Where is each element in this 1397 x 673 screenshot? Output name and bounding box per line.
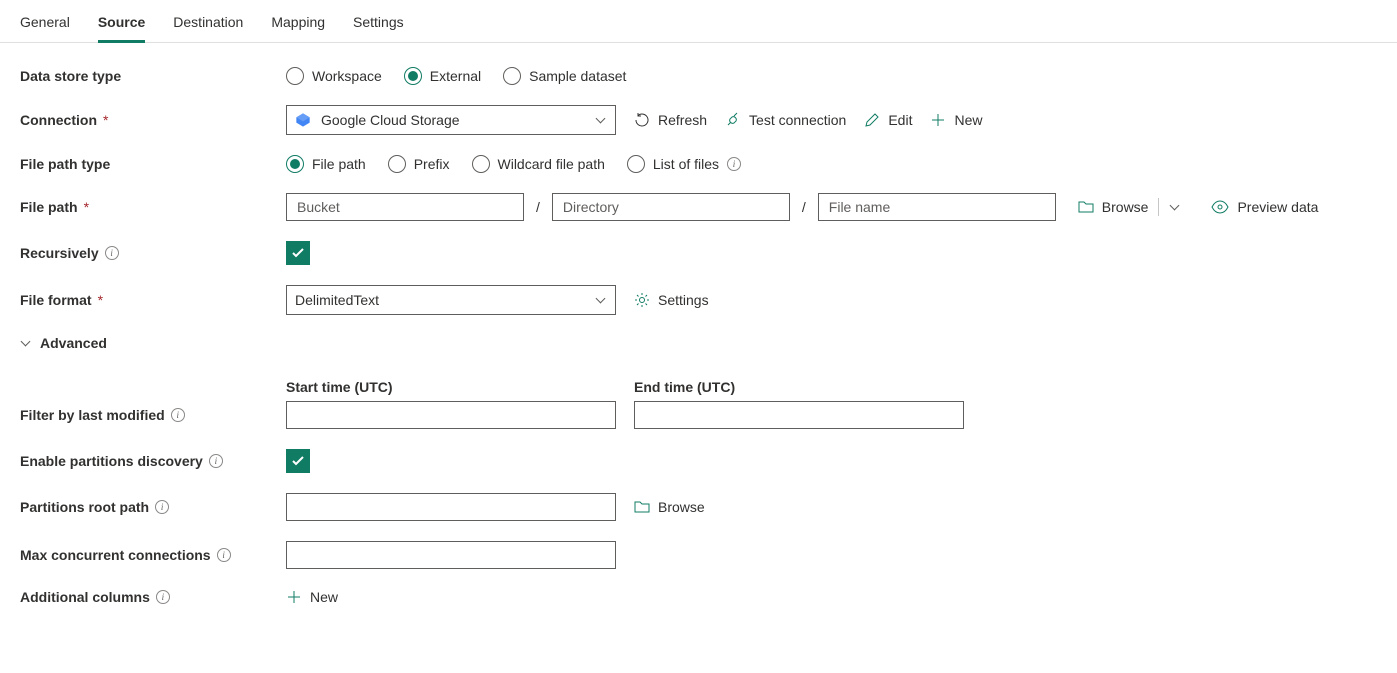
radio-external[interactable]: External: [404, 67, 481, 85]
radio-workspace-label: Workspace: [312, 68, 382, 84]
label-recursively: Recursively i: [20, 245, 286, 261]
tab-source[interactable]: Source: [98, 8, 145, 43]
label-file-path: File path*: [20, 199, 286, 215]
label-data-store-type: Data store type: [20, 68, 286, 84]
advanced-toggle[interactable]: Advanced: [20, 335, 107, 351]
edit-button[interactable]: Edit: [864, 112, 912, 128]
filename-input[interactable]: [818, 193, 1056, 221]
refresh-button[interactable]: Refresh: [634, 112, 707, 128]
end-time-label: End time (UTC): [634, 379, 964, 395]
pencil-icon: [864, 112, 880, 128]
radio-wildcard-label: Wildcard file path: [498, 156, 605, 172]
folder-icon: [1078, 199, 1094, 215]
preview-data-button[interactable]: Preview data: [1211, 199, 1318, 215]
radio-workspace[interactable]: Workspace: [286, 67, 382, 85]
label-additional-columns: Additional columns i: [20, 589, 286, 605]
label-filter-last-modified: Filter by last modified i: [20, 407, 286, 429]
info-icon[interactable]: i: [209, 454, 223, 468]
info-icon[interactable]: i: [727, 157, 741, 171]
chevron-down-icon[interactable]: [1169, 201, 1181, 213]
tab-general[interactable]: General: [20, 8, 70, 42]
connection-select[interactable]: Google Cloud Storage: [286, 105, 616, 135]
bucket-input[interactable]: [286, 193, 524, 221]
label-partitions-root: Partitions root path i: [20, 499, 286, 515]
refresh-icon: [634, 112, 650, 128]
label-file-format: File format*: [20, 292, 286, 308]
radio-external-label: External: [430, 68, 481, 84]
check-icon: [291, 246, 305, 260]
info-icon[interactable]: i: [156, 590, 170, 604]
label-file-path-type: File path type: [20, 156, 286, 172]
folder-icon: [634, 499, 650, 515]
chevron-down-icon: [595, 294, 607, 306]
info-icon[interactable]: i: [155, 500, 169, 514]
file-path-type-radio-group: File path Prefix Wildcard file path List…: [286, 155, 741, 173]
radio-list-files[interactable]: List of files i: [627, 155, 741, 173]
new-column-button[interactable]: New: [286, 589, 338, 605]
radio-list-files-label: List of files: [653, 156, 719, 172]
recursively-checkbox[interactable]: [286, 241, 310, 265]
tab-settings[interactable]: Settings: [353, 8, 404, 42]
file-format-selected-text: DelimitedText: [295, 292, 379, 308]
radio-prefix[interactable]: Prefix: [388, 155, 450, 173]
tab-mapping[interactable]: Mapping: [271, 8, 325, 42]
radio-file-path-label: File path: [312, 156, 366, 172]
test-connection-button[interactable]: Test connection: [725, 112, 846, 128]
data-store-type-radio-group: Workspace External Sample dataset: [286, 67, 626, 85]
max-concurrent-input[interactable]: [286, 541, 616, 569]
browse-file-path-button[interactable]: Browse: [1078, 199, 1149, 215]
directory-input[interactable]: [552, 193, 790, 221]
radio-sample-dataset[interactable]: Sample dataset: [503, 67, 626, 85]
check-icon: [291, 454, 305, 468]
start-time-input[interactable]: [286, 401, 616, 429]
enable-partitions-checkbox[interactable]: [286, 449, 310, 473]
file-format-settings-button[interactable]: Settings: [634, 292, 709, 308]
label-connection: Connection*: [20, 112, 286, 128]
divider: [1158, 198, 1159, 216]
radio-file-path[interactable]: File path: [286, 155, 366, 173]
path-separator: /: [800, 199, 808, 215]
info-icon[interactable]: i: [105, 246, 119, 260]
tab-bar: General Source Destination Mapping Setti…: [0, 0, 1397, 43]
path-separator: /: [534, 199, 542, 215]
end-time-input[interactable]: [634, 401, 964, 429]
test-connection-icon: [725, 112, 741, 128]
gcs-icon: [295, 112, 311, 128]
connection-selected-text: Google Cloud Storage: [321, 112, 460, 128]
radio-sample-dataset-label: Sample dataset: [529, 68, 626, 84]
chevron-down-icon: [595, 114, 607, 126]
browse-partitions-button[interactable]: Browse: [634, 499, 705, 515]
chevron-down-icon: [20, 337, 32, 349]
radio-wildcard[interactable]: Wildcard file path: [472, 155, 605, 173]
preview-icon: [1211, 200, 1229, 214]
partitions-root-input[interactable]: [286, 493, 616, 521]
file-format-select[interactable]: DelimitedText: [286, 285, 616, 315]
form-panel: Data store type Workspace External Sampl…: [0, 43, 1397, 649]
radio-prefix-label: Prefix: [414, 156, 450, 172]
new-connection-button[interactable]: New: [930, 112, 982, 128]
start-time-label: Start time (UTC): [286, 379, 616, 395]
label-max-concurrent: Max concurrent connections i: [20, 547, 286, 563]
info-icon[interactable]: i: [171, 408, 185, 422]
tab-destination[interactable]: Destination: [173, 8, 243, 42]
label-enable-partitions: Enable partitions discovery i: [20, 453, 286, 469]
plus-icon: [286, 589, 302, 605]
gear-icon: [634, 292, 650, 308]
plus-icon: [930, 112, 946, 128]
info-icon[interactable]: i: [217, 548, 231, 562]
